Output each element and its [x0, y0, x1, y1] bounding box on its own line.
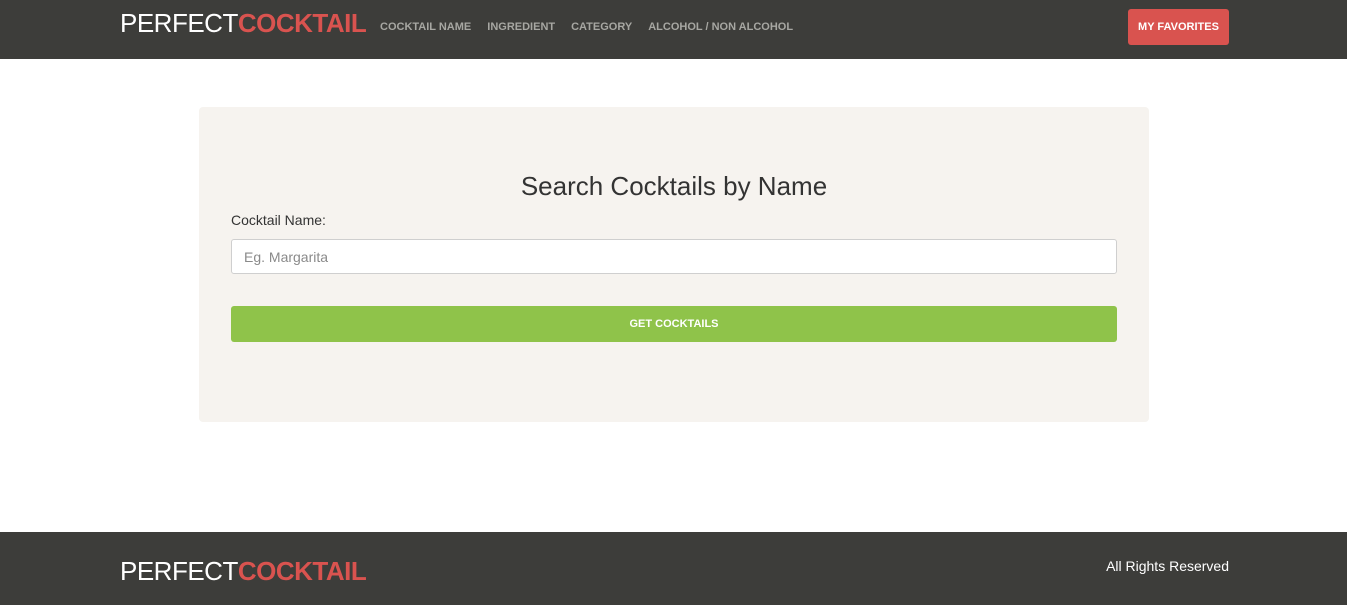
brand-logo-light-text: PERFECT — [120, 8, 238, 38]
my-favorites-button[interactable]: MY FAVORITES — [1128, 9, 1229, 45]
nav-link-ingredient[interactable]: INGREDIENT — [487, 19, 555, 35]
main-nav: COCKTAIL NAME INGREDIENT CATEGORY ALCOHO… — [380, 19, 793, 35]
cocktail-name-input[interactable] — [231, 239, 1117, 274]
page-title: Search Cocktails by Name — [520, 171, 828, 201]
copyright-text: All Rights Reserved — [1106, 558, 1229, 574]
brand-logo-link[interactable]: PERFECTCOCKTAIL — [120, 8, 367, 38]
nav-link-cocktail-name[interactable]: COCKTAIL NAME — [380, 19, 471, 35]
top-navbar: PERFECTCOCKTAIL COCKTAIL NAME INGREDIENT… — [0, 0, 1347, 59]
get-cocktails-button[interactable]: GET COCKTAILS — [231, 306, 1117, 342]
footer-brand-light-text: PERFECT — [120, 556, 238, 586]
footer: PERFECTCOCKTAIL All Rights Reserved — [0, 532, 1347, 605]
brand-logo-bold-text: COCKTAIL — [237, 8, 367, 38]
nav-link-category[interactable]: CATEGORY — [571, 19, 632, 35]
nav-link-alcohol-non-alcohol[interactable]: ALCOHOL / NON ALCOHOL — [648, 19, 793, 35]
cocktail-name-label: Cocktail Name: — [231, 212, 326, 228]
search-card: Search Cocktails by Name Cocktail Name: … — [199, 107, 1149, 422]
footer-brand-bold-text: COCKTAIL — [237, 556, 367, 586]
footer-brand-logo[interactable]: PERFECTCOCKTAIL — [120, 556, 367, 586]
